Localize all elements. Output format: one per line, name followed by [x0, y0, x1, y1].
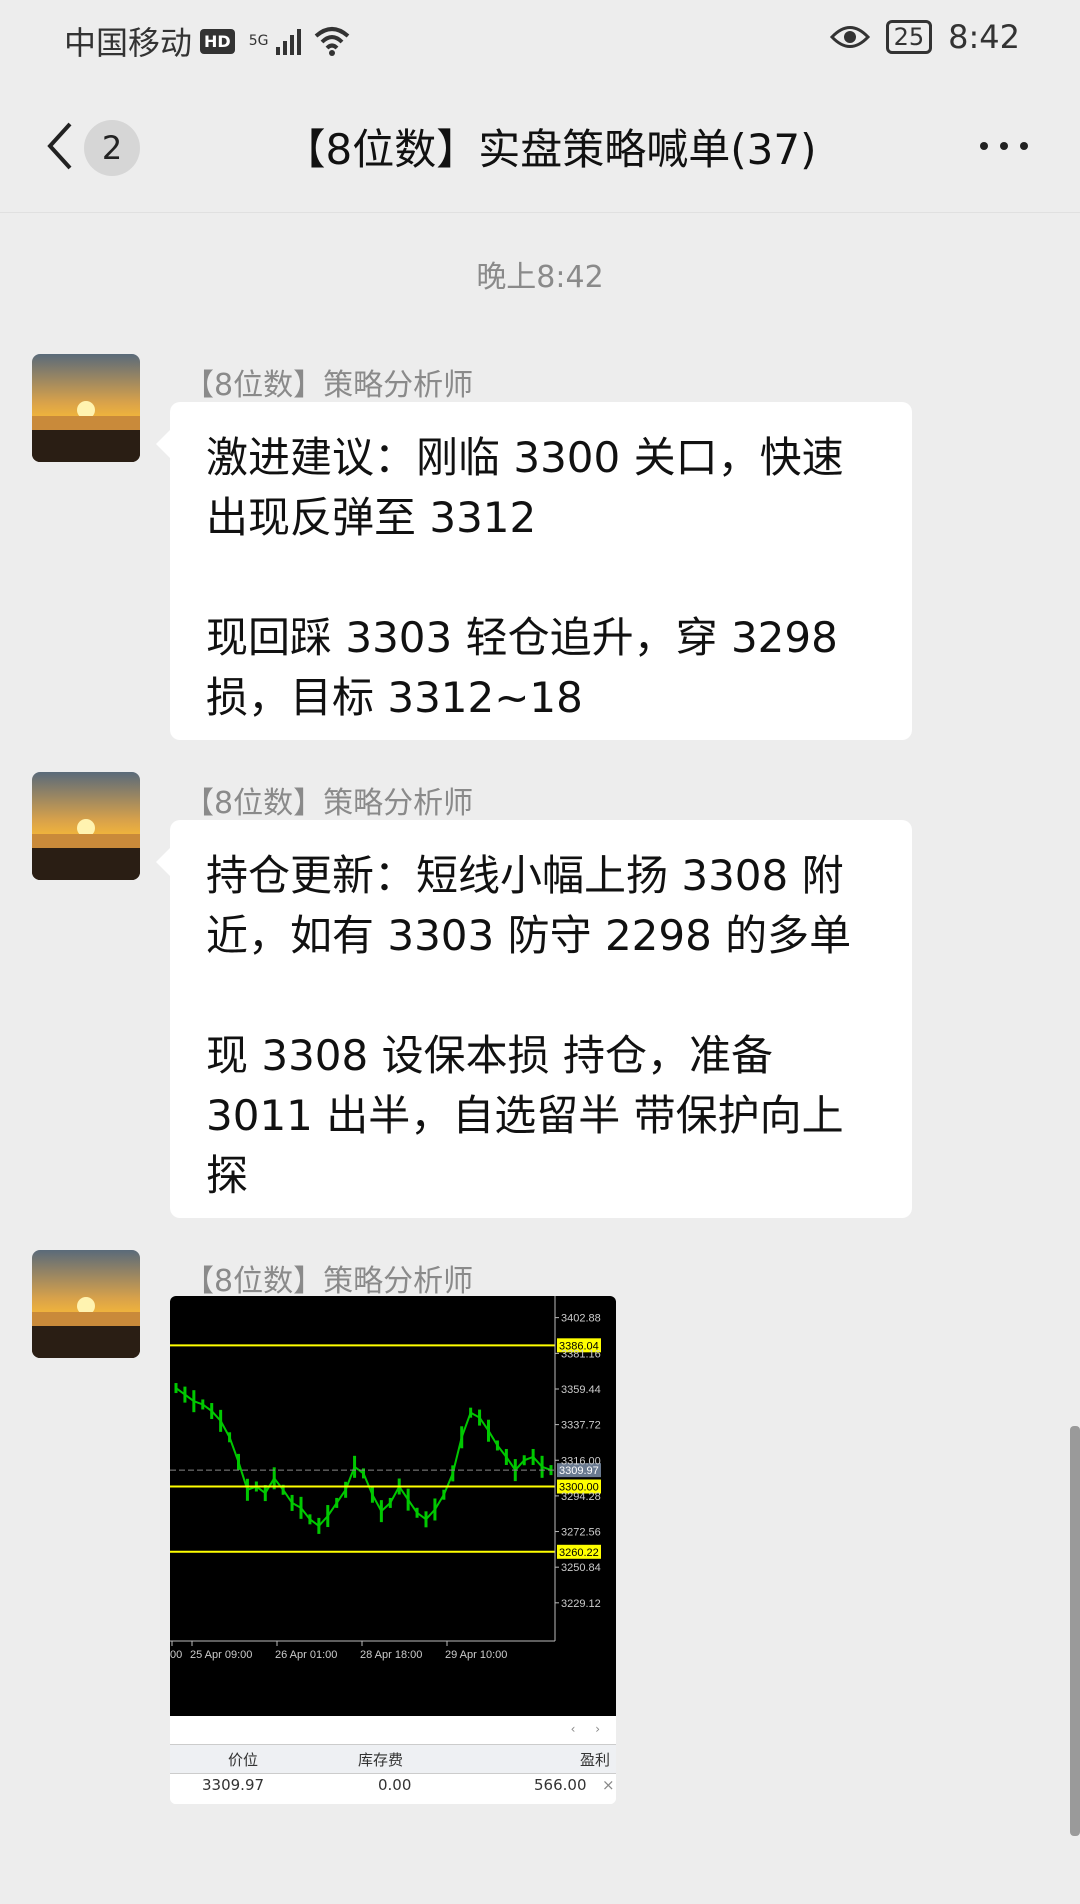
trade-table-header: 价位 库存费 盈利: [170, 1744, 616, 1774]
y-tick-label: 3359.44: [561, 1384, 601, 1396]
sender-name: 【8位数】策略分析师: [184, 786, 474, 821]
more-dots-icon[interactable]: [974, 118, 1034, 174]
trade-panel: ‹ › 价位 库存费 盈利 3309.97 0.00 566.00 ×: [170, 1716, 616, 1804]
price-line: [175, 1387, 552, 1528]
x-tick-label: 29 Apr 10:00: [445, 1649, 507, 1661]
x-tick-label: 28 Apr 18:00: [360, 1649, 422, 1661]
chart-image-message[interactable]: 3386.04 3300.00 3260.22 3309.97 3402.88 3381…: [170, 1296, 616, 1804]
y-tick-label: 3250.84: [561, 1562, 601, 1574]
eye-icon: [829, 26, 870, 48]
carrier-name: 中国移动: [64, 24, 193, 62]
sender-avatar[interactable]: [32, 1250, 140, 1358]
wifi-icon: [315, 27, 350, 56]
y-tick-label: 3272.56: [561, 1527, 601, 1539]
message-bubble[interactable]: 激进建议：刚临 3300 关口，快速出现反弹至 3312 现回踩 3303 轻仓…: [156, 402, 912, 740]
message-bubble[interactable]: 持仓更新：短线小幅上扬 3308 附近，如有 3303 防守 2298 的多单 …: [156, 820, 912, 1218]
status-left: 中国移动 HD 5G: [64, 18, 350, 64]
close-icon[interactable]: ×: [602, 1776, 615, 1794]
chat-header: 2 【8位数】实盘策略喊单(37): [0, 82, 1080, 213]
sender-name: 【8位数】策略分析师: [184, 368, 474, 403]
price-chart: 3386.04 3300.00 3260.22 3309.97 3402.88 3381…: [170, 1296, 616, 1716]
status-bar: 中国移动 HD 5G 25 8:42: [0, 0, 1080, 82]
panel-scroll-arrows[interactable]: ‹ ›: [571, 1722, 608, 1736]
col-price: 价位: [228, 1751, 259, 1769]
network-type: 5G: [248, 33, 269, 49]
price-chart-svg: 3386.043300.003260.223309.97 3402.883381…: [170, 1296, 601, 1661]
y-tick-label: 3294.28: [561, 1491, 601, 1503]
cell-profit: 566.00: [534, 1776, 587, 1794]
cell-swap: 0.00: [378, 1776, 412, 1794]
y-tick-label: 3402.88: [561, 1313, 601, 1325]
y-tick-label: 3381.16: [561, 1348, 601, 1360]
battery-icon: 25: [885, 20, 933, 54]
y-tick-label: 3229.12: [561, 1598, 601, 1610]
chat-timestamp: 晚上8:42: [476, 260, 604, 295]
x-tick-label: 26 Apr 01:00: [275, 1649, 337, 1661]
y-tick-label: 3316.00: [561, 1455, 601, 1467]
sunset-avatar-icon: [32, 1250, 140, 1358]
signal-icon: [276, 29, 302, 55]
sunset-avatar-icon: [32, 354, 140, 462]
status-right: 25 8:42: [829, 18, 1020, 56]
table-row[interactable]: 3309.97 0.00 566.00 ×: [170, 1772, 616, 1802]
y-tick-label: 3337.72: [561, 1420, 601, 1432]
sunset-avatar-icon: [32, 772, 140, 880]
chat-title: 【8位数】实盘策略喊单(37): [283, 125, 817, 174]
x-tick-label: 25 Apr 09:00: [190, 1649, 252, 1661]
level-label: 3260.22: [559, 1547, 599, 1559]
sender-avatar[interactable]: [32, 354, 140, 462]
sender-avatar[interactable]: [32, 772, 140, 880]
unread-count-badge[interactable]: 2: [84, 120, 140, 176]
chevron-left-icon[interactable]: [40, 118, 80, 174]
col-swap: 库存费: [358, 1751, 404, 1769]
sender-name: 【8位数】策略分析师: [184, 1264, 474, 1299]
clock: 8:42: [948, 18, 1020, 56]
scrollbar[interactable]: [1070, 1426, 1080, 1836]
col-profit: 盈利: [580, 1751, 611, 1769]
cell-price: 3309.97: [202, 1776, 265, 1794]
hd-icon: HD: [200, 28, 235, 54]
x-tick-label: 00: [170, 1649, 182, 1661]
